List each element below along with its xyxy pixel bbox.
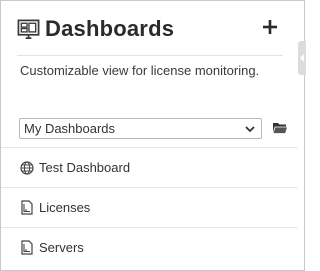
dashboards-panel: Dashboards Customizable view for license… [0, 0, 306, 271]
list-item-label: Servers [39, 240, 84, 255]
panel-description: Customizable view for license monitoring… [20, 63, 260, 78]
folder-open-icon[interactable] [272, 121, 288, 135]
document-icon [20, 200, 34, 216]
list-item-test-dashboard[interactable]: Test Dashboard [1, 147, 298, 187]
header-divider [17, 55, 283, 56]
dashboard-icon [17, 19, 40, 39]
document-icon [20, 240, 34, 256]
panel-header: Dashboards [17, 13, 287, 45]
dashboard-group-select[interactable]: My Dashboards [19, 118, 262, 139]
page-title: Dashboards [45, 16, 175, 41]
globe-icon [20, 160, 34, 176]
list-item-label: Test Dashboard [39, 160, 131, 175]
collapse-panel-handle[interactable] [298, 41, 306, 75]
chevron-left-icon [300, 54, 304, 62]
add-dashboard-button[interactable] [258, 15, 282, 39]
dashboard-list: Test Dashboard Licenses Servers [1, 147, 298, 267]
dashboard-group-select-value: My Dashboards [24, 121, 116, 136]
chevron-down-icon [245, 125, 255, 132]
list-item-label: Licenses [39, 200, 91, 215]
plus-icon [263, 20, 277, 34]
list-item-licenses[interactable]: Licenses [1, 187, 298, 227]
list-item-servers[interactable]: Servers [1, 227, 298, 267]
